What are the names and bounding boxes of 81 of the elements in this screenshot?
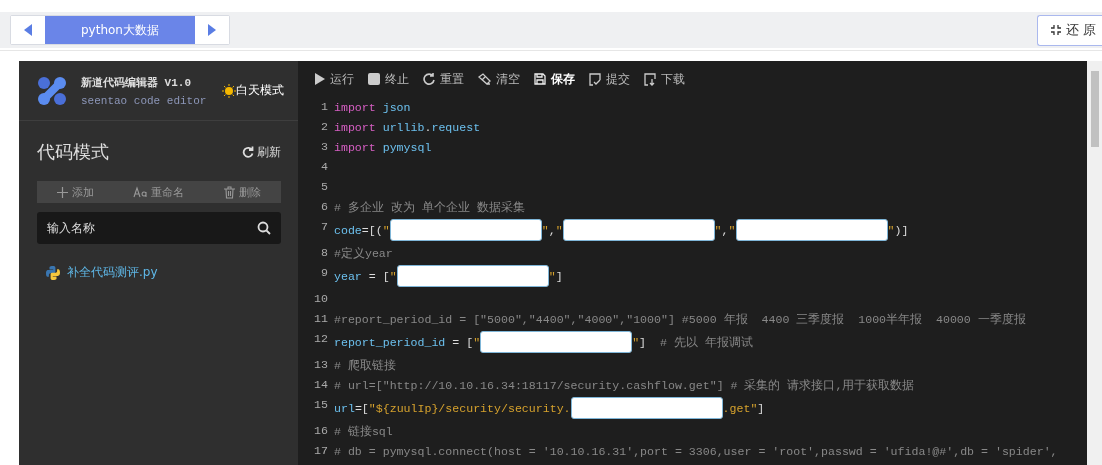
scrollbar[interactable] [1087,61,1102,465]
plus-icon [56,186,68,198]
right-arrow-icon [207,24,217,36]
line-number: 15 [314,397,328,413]
code-text: # 爬取链接 [334,357,396,373]
run-button[interactable]: 运行 [314,70,354,88]
code-text: report_period_id = [" [334,335,481,349]
rename-button[interactable]: 重命名 [133,184,185,200]
scrollbar-thumb[interactable] [1090,71,1099,147]
line-number: 1 [320,99,328,115]
search-field[interactable]: 输入名称 [37,212,281,244]
trash-icon [224,185,236,199]
line-number: 9 [320,265,328,281]
delete-button[interactable]: 删除 [224,184,262,200]
input-field[interactable] [735,219,888,241]
left-arrow-icon [23,24,33,36]
input-field[interactable] [480,331,633,353]
stop-button[interactable]: 终止 [368,70,409,88]
search-icon[interactable] [257,221,271,235]
input-field[interactable] [389,219,542,241]
code-text: import json [334,100,411,114]
save-button[interactable]: 保存 [534,70,575,88]
section-title: 代码模式 [37,140,109,164]
reset-button[interactable]: 重置 [423,70,464,88]
add-button[interactable]: 添加 [56,184,94,200]
theme-toggle[interactable]: 白天模式 [222,82,284,99]
code-text: year = [" [334,269,397,283]
python-icon [45,264,61,281]
rename-icon [133,186,148,198]
code-text: "] [548,269,563,283]
line-number: 7 [320,219,328,235]
line-number: 5 [320,179,328,195]
refresh-button[interactable]: 刷新 [242,143,281,161]
eraser-icon [478,73,491,85]
submit-icon [589,72,601,86]
save-icon [534,73,546,85]
line-number: 3 [320,139,328,155]
download-button[interactable]: 下载 [644,70,685,88]
line-number: 11 [314,311,328,327]
input-field[interactable] [562,219,715,241]
refresh-icon [242,146,254,158]
line-number: 8 [320,245,328,261]
code-text: # url=["http://10.10.16.34:18117/security.cashflow.get"] # 采集的 请求接口,用于获取数据 [334,377,915,393]
reset-icon [423,73,435,85]
code-text: # 链接sql [334,423,393,439]
sun-icon [222,83,236,98]
line-number: 2 [320,119,328,135]
line-number: 10 [314,291,328,307]
line-number: 14 [314,377,328,393]
submit-button[interactable]: 提交 [589,70,630,88]
app-title: 新道代码编辑器 V1.0 [81,75,192,90]
code-text: .get"] [722,401,765,415]
code-text: import urllib.request [334,120,481,134]
code-text: "] # 先以 年报调试 [632,334,753,350]
code-text: ")] [887,223,909,237]
line-number: 13 [314,357,328,373]
code-text: "," [541,223,563,237]
download-icon [644,72,656,86]
play-icon [314,73,325,85]
restore-button[interactable]: 还 原 [1036,14,1102,46]
line-number: 17 [314,443,328,459]
file-item[interactable]: 补全代码测评.py [67,264,158,281]
line-number: 6 [320,199,328,215]
clear-button[interactable]: 清空 [478,70,520,88]
code-text: url=["${zuulIp}/security/security. [334,401,571,415]
app-subtitle: seentao code editor [81,94,207,107]
line-number: 16 [314,423,328,439]
code-text: # 多企业 改为 单个企业 数据采集 [334,199,525,215]
code-text: #report_period_id = ["5000","4400","4000","1000"] #5000 年报 4400 三季度报 1000半年报 40000 一季度报 [334,311,1026,327]
input-field[interactable] [570,397,723,419]
code-text: # db = pymysql.connect(host = '10.10.16.31',port = 3306,user = 'root',passwd = 'ufida!@#',db = 'spider', [334,444,1058,458]
input-field[interactable] [396,265,549,287]
code-text: "," [714,223,736,237]
line-number: 4 [320,159,328,175]
logo-icon [37,75,67,106]
code-text: import pymysql [334,140,432,154]
restore-icon [1049,24,1062,36]
code-text: #定义year [334,245,393,261]
code-text: code=[(" [334,223,390,237]
stop-icon [368,73,380,85]
line-number: 12 [314,331,328,347]
